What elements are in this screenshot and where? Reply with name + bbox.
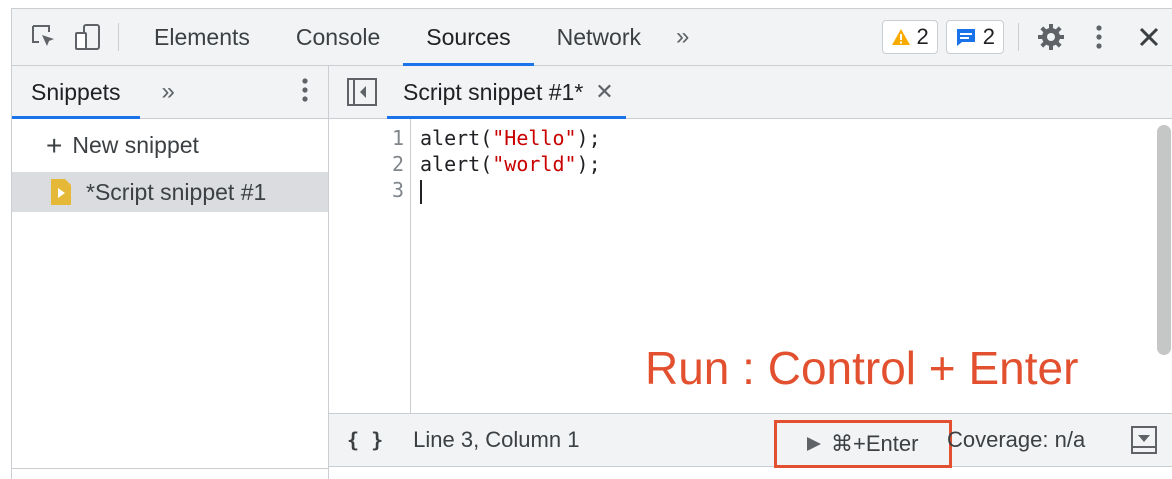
run-shortcut-annotation: Run : Control + Enter xyxy=(645,341,1078,395)
line-number: 2 xyxy=(329,151,410,177)
run-shortcut-label: ⌘+Enter xyxy=(831,431,918,457)
settings-gear-icon[interactable] xyxy=(1033,19,1069,55)
tab-elements[interactable]: Elements xyxy=(131,9,273,65)
navigator-tabs: Snippets » xyxy=(12,66,328,119)
new-snippet-button[interactable]: + New snippet xyxy=(12,119,328,172)
file-tab-script-snippet[interactable]: Script snippet #1* ✕ xyxy=(387,66,626,118)
plus-icon: + xyxy=(46,130,62,162)
new-snippet-label: New snippet xyxy=(72,132,199,159)
editor-status-bar: { } Line 3, Column 1 ⌘+Enter Coverage: n… xyxy=(329,413,1172,467)
close-icon[interactable] xyxy=(1131,19,1167,55)
code-token: alert( xyxy=(420,152,492,176)
snippet-name: *Script snippet #1 xyxy=(86,179,266,206)
line-number: 1 xyxy=(329,125,410,151)
cursor-position: Line 3, Column 1 xyxy=(413,427,579,453)
file-tab-label: Script snippet #1* xyxy=(403,79,583,106)
warnings-count: 2 xyxy=(917,24,929,50)
code-token: ); xyxy=(577,126,601,150)
code-line xyxy=(420,177,1143,203)
run-snippet-button[interactable]: ⌘+Enter xyxy=(774,420,952,468)
navigator-sidebar: Snippets » + New snippet *Script snippet… xyxy=(12,66,329,479)
snippet-item[interactable]: *Script snippet #1 xyxy=(12,172,328,212)
pretty-print-button[interactable]: { } xyxy=(347,428,383,452)
code-line: alert("Hello"); xyxy=(420,125,1143,151)
snippet-file-icon xyxy=(50,178,72,206)
device-toolbar-icon[interactable] xyxy=(70,19,106,55)
tab-network[interactable]: Network xyxy=(534,9,664,65)
toolbar-divider xyxy=(118,23,119,51)
messages-count: 2 xyxy=(983,24,995,50)
devtools-window: Elements Console Sources Network » 2 2 xyxy=(11,8,1172,479)
editor-tabbar: Script snippet #1* ✕ xyxy=(329,66,1172,119)
toolbar-right: 2 2 xyxy=(882,19,1172,55)
navigator-menu-icon[interactable] xyxy=(300,75,310,110)
sidebar-bottom-divider xyxy=(12,468,328,469)
toggle-drawer-icon[interactable] xyxy=(1131,426,1157,454)
code-token: alert( xyxy=(420,126,492,150)
line-number-gutter: 1 2 3 xyxy=(329,119,411,413)
tab-sources[interactable]: Sources xyxy=(403,9,533,65)
code-content[interactable]: alert("Hello"); alert("world"); xyxy=(420,125,1143,203)
code-line: alert("world"); xyxy=(420,151,1143,177)
message-icon xyxy=(955,27,977,47)
line-number: 3 xyxy=(329,177,410,203)
more-tabs-chevron-icon[interactable]: » xyxy=(664,23,701,51)
editor-panel: Script snippet #1* ✕ 1 2 3 alert("Hello"… xyxy=(329,66,1172,479)
vertical-scrollbar[interactable] xyxy=(1157,125,1171,355)
coverage-status[interactable]: Coverage: n/a xyxy=(947,414,1085,466)
main-toolbar: Elements Console Sources Network » 2 2 xyxy=(12,9,1172,66)
inspect-element-icon[interactable] xyxy=(26,19,62,55)
string-token: "Hello" xyxy=(492,126,576,150)
warnings-badge[interactable]: 2 xyxy=(882,20,938,54)
text-cursor xyxy=(420,180,422,204)
tab-snippets[interactable]: Snippets xyxy=(12,66,140,118)
code-editor[interactable]: 1 2 3 alert("Hello"); alert("world"); Ru… xyxy=(329,119,1172,413)
warning-icon xyxy=(891,28,911,46)
tab-console[interactable]: Console xyxy=(273,9,403,65)
play-icon xyxy=(805,435,823,453)
toolbar-divider xyxy=(1018,23,1019,51)
code-token: ); xyxy=(577,152,601,176)
messages-badge[interactable]: 2 xyxy=(946,20,1004,54)
string-token: "world" xyxy=(492,152,576,176)
toggle-navigator-icon[interactable] xyxy=(347,78,377,106)
more-options-icon[interactable] xyxy=(1081,19,1117,55)
more-navigator-tabs-chevron-icon[interactable]: » xyxy=(140,78,187,106)
close-tab-icon[interactable]: ✕ xyxy=(595,79,613,105)
